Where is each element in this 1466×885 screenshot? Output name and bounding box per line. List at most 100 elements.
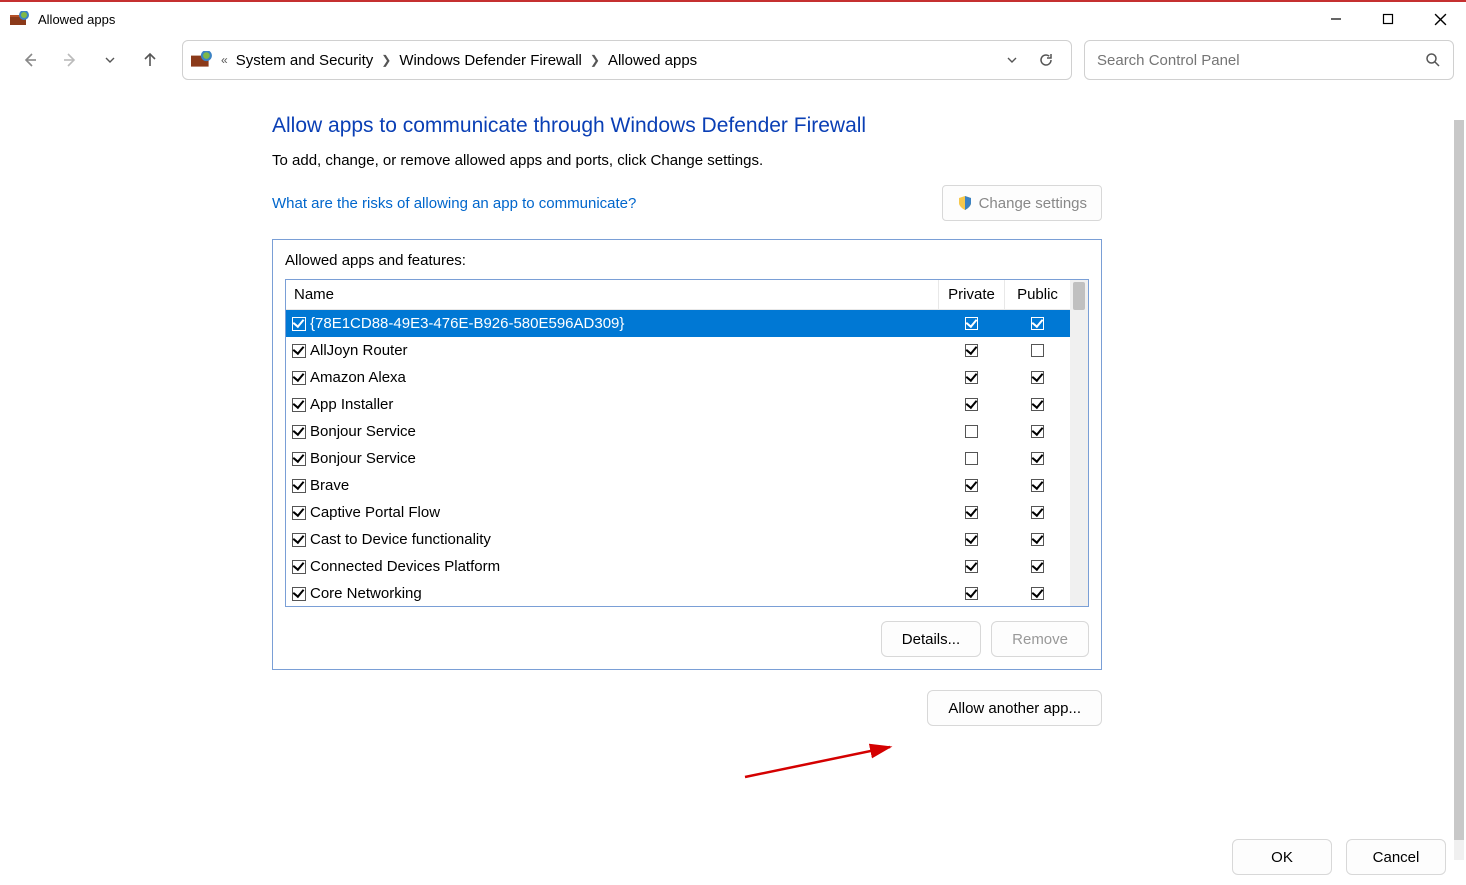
- allowed-apps-group: Allowed apps and features: Name Private …: [272, 239, 1102, 670]
- public-checkbox[interactable]: [1031, 344, 1044, 357]
- table-row[interactable]: Captive Portal Flow: [286, 499, 1070, 526]
- group-label: Allowed apps and features:: [285, 252, 1089, 269]
- risks-link[interactable]: What are the risks of allowing an app to…: [272, 195, 636, 212]
- apps-list[interactable]: Name Private Public {78E1CD88-49E3-476E-…: [285, 279, 1089, 607]
- table-row[interactable]: Bonjour Service: [286, 445, 1070, 472]
- app-name: Captive Portal Flow: [310, 504, 938, 521]
- list-scrollbar[interactable]: [1070, 280, 1088, 606]
- recent-dropdown[interactable]: [92, 42, 128, 78]
- navbar: « System and Security ❯ Windows Defender…: [0, 36, 1466, 84]
- enable-checkbox[interactable]: [292, 506, 306, 520]
- private-checkbox[interactable]: [965, 506, 978, 519]
- minimize-button[interactable]: [1310, 2, 1362, 36]
- table-row[interactable]: Connected Devices Platform: [286, 553, 1070, 580]
- back-button[interactable]: [12, 42, 48, 78]
- page-scrollbar[interactable]: [1454, 120, 1464, 860]
- chevron-right-icon[interactable]: ❯: [588, 53, 602, 67]
- chevron-right-icon[interactable]: ❯: [379, 53, 393, 67]
- private-checkbox[interactable]: [965, 398, 978, 411]
- public-checkbox[interactable]: [1031, 398, 1044, 411]
- firewall-icon: [10, 11, 30, 27]
- table-row[interactable]: Bonjour Service: [286, 418, 1070, 445]
- enable-checkbox[interactable]: [292, 587, 306, 601]
- private-checkbox[interactable]: [965, 452, 978, 465]
- public-checkbox[interactable]: [1031, 452, 1044, 465]
- enable-checkbox[interactable]: [292, 398, 306, 412]
- change-settings-button[interactable]: Change settings: [942, 185, 1102, 221]
- details-button[interactable]: Details...: [881, 621, 981, 657]
- breadcrumb-allowed-apps[interactable]: Allowed apps: [602, 52, 703, 69]
- table-row[interactable]: {78E1CD88-49E3-476E-B926-580E596AD309}: [286, 310, 1070, 337]
- column-private[interactable]: Private: [938, 280, 1004, 309]
- public-checkbox[interactable]: [1031, 317, 1044, 330]
- dialog-footer: OK Cancel: [1232, 839, 1446, 875]
- close-button[interactable]: [1414, 2, 1466, 36]
- enable-checkbox[interactable]: [292, 371, 306, 385]
- firewall-icon: [191, 51, 213, 69]
- private-checkbox[interactable]: [965, 317, 978, 330]
- private-checkbox[interactable]: [965, 560, 978, 573]
- up-button[interactable]: [132, 42, 168, 78]
- change-settings-label: Change settings: [979, 195, 1087, 212]
- private-checkbox[interactable]: [965, 479, 978, 492]
- enable-checkbox[interactable]: [292, 344, 306, 358]
- breadcrumb-system-security[interactable]: System and Security: [230, 52, 380, 69]
- public-checkbox[interactable]: [1031, 371, 1044, 384]
- enable-checkbox[interactable]: [292, 479, 306, 493]
- search-icon: [1425, 52, 1441, 68]
- private-checkbox[interactable]: [965, 371, 978, 384]
- public-checkbox[interactable]: [1031, 506, 1044, 519]
- page-heading: Allow apps to communicate through Window…: [272, 114, 1102, 138]
- allow-another-app-button[interactable]: Allow another app...: [927, 690, 1102, 726]
- table-row[interactable]: Core Networking: [286, 580, 1070, 606]
- table-row[interactable]: Amazon Alexa: [286, 364, 1070, 391]
- breadcrumb-firewall[interactable]: Windows Defender Firewall: [393, 52, 588, 69]
- forward-button[interactable]: [52, 42, 88, 78]
- public-checkbox[interactable]: [1031, 479, 1044, 492]
- search-box[interactable]: [1084, 40, 1454, 80]
- public-checkbox[interactable]: [1031, 533, 1044, 546]
- ok-button[interactable]: OK: [1232, 839, 1332, 875]
- table-row[interactable]: AllJoyn Router: [286, 337, 1070, 364]
- address-dropdown[interactable]: [995, 43, 1029, 77]
- public-checkbox[interactable]: [1031, 560, 1044, 573]
- table-row[interactable]: App Installer: [286, 391, 1070, 418]
- public-checkbox[interactable]: [1031, 587, 1044, 600]
- private-checkbox[interactable]: [965, 344, 978, 357]
- maximize-button[interactable]: [1362, 2, 1414, 36]
- refresh-button[interactable]: [1029, 43, 1063, 77]
- app-name: App Installer: [310, 396, 938, 413]
- private-checkbox[interactable]: [965, 587, 978, 600]
- enable-checkbox[interactable]: [292, 533, 306, 547]
- table-row[interactable]: Cast to Device functionality: [286, 526, 1070, 553]
- private-checkbox[interactable]: [965, 425, 978, 438]
- address-bar[interactable]: « System and Security ❯ Windows Defender…: [182, 40, 1072, 80]
- cancel-button[interactable]: Cancel: [1346, 839, 1446, 875]
- enable-checkbox[interactable]: [292, 425, 306, 439]
- app-name: Connected Devices Platform: [310, 558, 938, 575]
- column-public[interactable]: Public: [1004, 280, 1070, 309]
- content-area: Allow apps to communicate through Window…: [0, 84, 1466, 825]
- app-name: Bonjour Service: [310, 450, 938, 467]
- app-name: AllJoyn Router: [310, 342, 938, 359]
- app-name: {78E1CD88-49E3-476E-B926-580E596AD309}: [310, 315, 938, 332]
- shield-icon: [957, 195, 973, 211]
- remove-button[interactable]: Remove: [991, 621, 1089, 657]
- column-name[interactable]: Name: [286, 286, 938, 303]
- table-row[interactable]: Brave: [286, 472, 1070, 499]
- app-name: Amazon Alexa: [310, 369, 938, 386]
- search-input[interactable]: [1097, 52, 1425, 69]
- breadcrumb-overflow[interactable]: «: [219, 53, 230, 67]
- public-checkbox[interactable]: [1031, 425, 1044, 438]
- app-name: Bonjour Service: [310, 423, 938, 440]
- enable-checkbox[interactable]: [292, 452, 306, 466]
- app-name: Brave: [310, 477, 938, 494]
- list-header: Name Private Public: [286, 280, 1070, 310]
- app-name: Cast to Device functionality: [310, 531, 938, 548]
- enable-checkbox[interactable]: [292, 560, 306, 574]
- titlebar: Allowed apps: [0, 0, 1466, 36]
- page-subtext: To add, change, or remove allowed apps a…: [272, 152, 1102, 169]
- enable-checkbox[interactable]: [292, 317, 306, 331]
- app-name: Core Networking: [310, 585, 938, 602]
- private-checkbox[interactable]: [965, 533, 978, 546]
